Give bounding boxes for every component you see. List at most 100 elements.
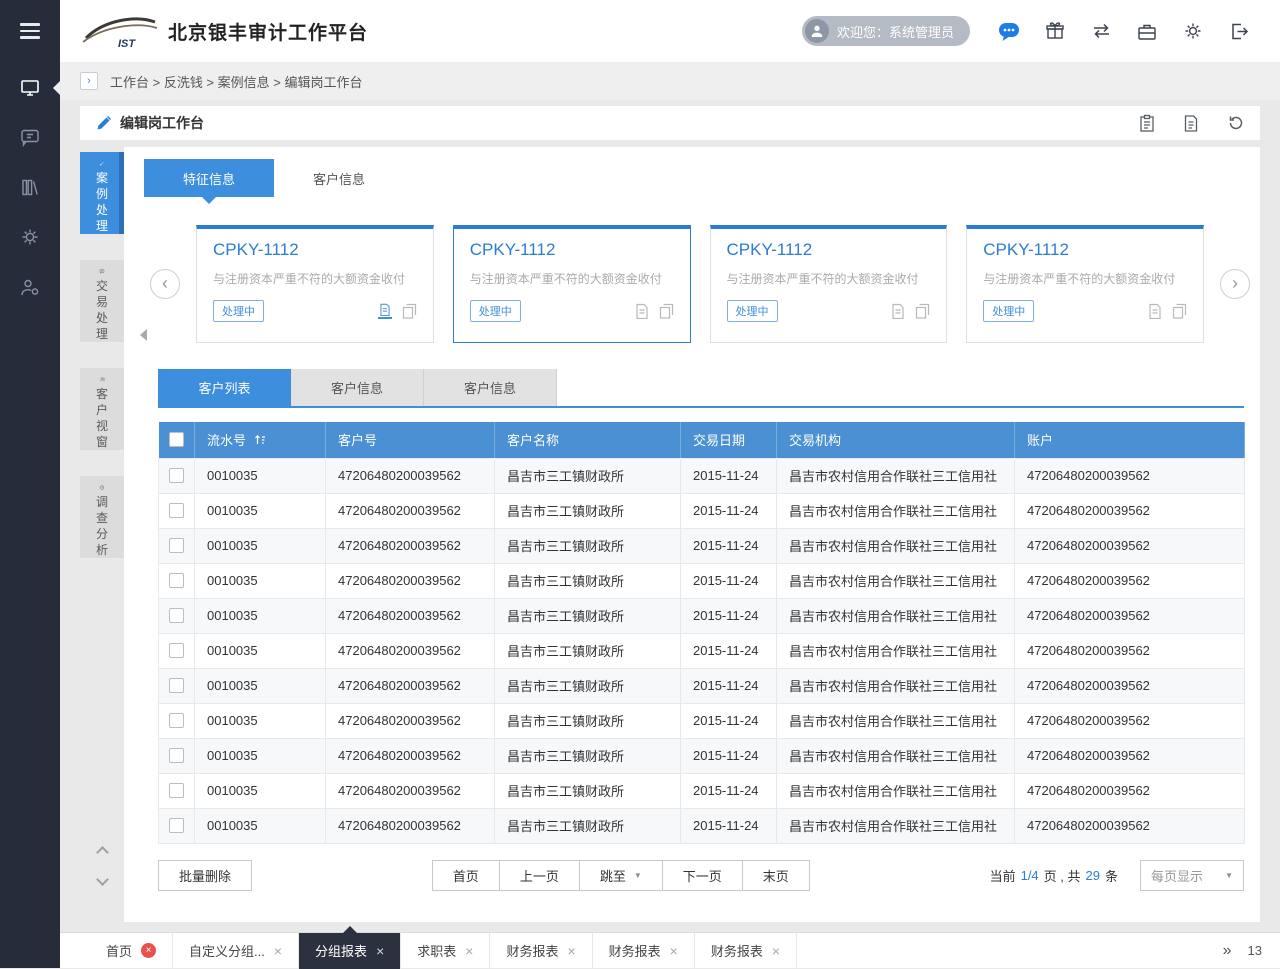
cell-account: 47206480200039562 <box>1015 563 1245 598</box>
subnav-item-transaction-processing[interactable]: 交易处理 <box>80 260 124 342</box>
batch-delete-button[interactable]: 批量删除 <box>158 860 252 891</box>
row-checkbox[interactable] <box>169 818 184 833</box>
briefcase-icon[interactable] <box>1124 11 1170 51</box>
row-checkbox[interactable] <box>169 468 184 483</box>
column-trade-date: 交易日期 <box>681 422 777 458</box>
document-copy-icon[interactable] <box>402 303 417 319</box>
tab-customer-info-1[interactable]: 客户信息 <box>291 369 424 406</box>
bottom-tab-label: 求职表 <box>417 941 456 960</box>
document-copy-icon[interactable] <box>1172 303 1187 319</box>
close-icon[interactable]: × <box>772 943 780 959</box>
menu-icon[interactable] <box>0 0 60 62</box>
per-page-select[interactable]: 每页显示 ▼ <box>1140 860 1244 891</box>
row-checkbox[interactable] <box>169 713 184 728</box>
document-copy-icon[interactable] <box>915 303 930 319</box>
close-icon[interactable]: × <box>567 943 575 959</box>
document-remove-icon[interactable] <box>635 303 649 319</box>
logout-icon[interactable] <box>1216 11 1262 51</box>
gear-icon[interactable] <box>1170 11 1216 51</box>
row-checkbox[interactable] <box>169 783 184 798</box>
document-remove-icon[interactable] <box>1148 303 1162 319</box>
case-card[interactable]: CPKY-1112 与注册资本严重不符的大额资金收付 处理中 <box>710 225 948 343</box>
first-page-button[interactable]: 首页 <box>432 860 500 891</box>
panel-collapse-icon[interactable] <box>140 329 147 341</box>
bottom-tabs: 首页 × 自定义分组... × 分组报表 × 求职表 × 财务报表 × <box>90 933 797 969</box>
document-remove-icon[interactable] <box>378 303 392 319</box>
close-icon[interactable]: × <box>465 943 473 959</box>
subnav-item-investigation-analysis[interactable]: 调查分析 <box>80 476 124 558</box>
last-page-button[interactable]: 末页 <box>742 860 810 891</box>
tab-customer-info-2[interactable]: 客户信息 <box>424 369 557 406</box>
row-checkbox[interactable] <box>169 678 184 693</box>
cell-customer-name: 昌吉市三工镇财政所 <box>495 633 681 668</box>
subnav-label: 调查分析 <box>95 494 109 558</box>
cell-customer-name: 昌吉市三工镇财政所 <box>495 458 681 493</box>
close-icon[interactable]: × <box>141 943 156 958</box>
cell-trade-date: 2015-11-24 <box>681 493 777 528</box>
close-icon[interactable]: × <box>274 943 282 959</box>
cell-trade-date: 2015-11-24 <box>681 668 777 703</box>
feature-tabs: 特征信息 客户信息 <box>124 147 1260 197</box>
case-card[interactable]: CPKY-1112 与注册资本严重不符的大额资金收付 处理中 <box>966 225 1204 343</box>
sort-icon[interactable] <box>254 434 266 446</box>
carousel-next-button[interactable]: › <box>1220 269 1250 299</box>
sidebar-item-finance-message[interactable] <box>0 112 60 162</box>
sidebar-item-workbench[interactable] <box>0 62 60 112</box>
row-checkbox[interactable] <box>169 643 184 658</box>
user-settings-icon <box>20 278 40 297</box>
row-checkbox[interactable] <box>169 503 184 518</box>
case-card[interactable]: CPKY-1112 与注册资本严重不符的大额资金收付 处理中 <box>453 225 691 343</box>
jump-to-select[interactable]: 跳至 ▼ <box>579 860 663 891</box>
sidebar-item-user-admin[interactable] <box>0 262 60 312</box>
draft-doc-icon[interactable] <box>1138 114 1156 133</box>
close-icon[interactable]: × <box>670 943 678 959</box>
report-doc-icon[interactable] <box>1182 114 1200 133</box>
row-checkbox[interactable] <box>169 748 184 763</box>
bottom-tab[interactable]: 财务报表 × <box>490 933 592 969</box>
bottom-tab[interactable]: 财务报表 × <box>695 933 797 969</box>
bottom-tab[interactable]: 自定义分组... × <box>173 933 299 969</box>
breadcrumb-chevron-icon[interactable]: › <box>80 72 98 90</box>
scroll-up-icon[interactable] <box>96 846 109 859</box>
list-tabs: 客户列表 客户信息 客户信息 <box>158 369 1260 406</box>
undo-icon[interactable] <box>1226 114 1244 132</box>
library-icon <box>20 178 40 197</box>
case-card[interactable]: CPKY-1112 与注册资本严重不符的大额资金收付 处理中 <box>196 225 434 343</box>
status-badge: 处理中 <box>470 300 521 322</box>
cell-customer-no: 47206480200039562 <box>326 808 495 843</box>
sidebar-item-library[interactable] <box>0 162 60 212</box>
row-checkbox[interactable] <box>169 538 184 553</box>
user-welcome-badge[interactable]: 欢迎您：系统管理员 <box>802 16 970 46</box>
next-page-button[interactable]: 下一页 <box>662 860 743 891</box>
row-checkbox[interactable] <box>169 608 184 623</box>
bottom-tab[interactable]: 财务报表 × <box>593 933 695 969</box>
select-all-checkbox[interactable] <box>169 432 184 447</box>
cell-serial: 0010035 <box>195 493 326 528</box>
cell-trade-org: 昌吉市农村信用合作联社三工信用社 <box>777 493 1015 528</box>
prev-page-button[interactable]: 上一页 <box>499 860 580 891</box>
subnav-label: 案例处理 <box>95 170 109 234</box>
bottom-tab[interactable]: 首页 × <box>90 933 173 969</box>
cell-serial: 0010035 <box>195 458 326 493</box>
tab-customer-list[interactable]: 客户列表 <box>158 369 291 406</box>
close-icon[interactable]: × <box>376 943 384 959</box>
transfer-icon[interactable] <box>1078 11 1124 51</box>
document-copy-icon[interactable] <box>659 303 674 319</box>
tab-customer-info[interactable]: 客户信息 <box>274 159 404 197</box>
gift-icon[interactable] <box>1032 11 1078 51</box>
sidebar-item-settings[interactable] <box>0 212 60 262</box>
more-tabs-icon[interactable]: » <box>1223 942 1232 960</box>
scroll-down-icon[interactable] <box>96 873 109 886</box>
cell-customer-name: 昌吉市三工镇财政所 <box>495 598 681 633</box>
bottom-tab[interactable]: 求职表 × <box>401 933 490 969</box>
carousel-prev-button[interactable]: ‹ <box>150 269 180 299</box>
subnav-item-case-processing[interactable]: 案例处理 <box>80 152 124 234</box>
cell-serial: 0010035 <box>195 668 326 703</box>
message-icon[interactable] <box>986 11 1032 51</box>
row-checkbox[interactable] <box>169 573 184 588</box>
subnav-item-customer-window[interactable]: 客户视窗 <box>80 368 124 450</box>
cell-serial: 0010035 <box>195 738 326 773</box>
document-remove-icon[interactable] <box>891 303 905 319</box>
bottom-tab[interactable]: 分组报表 × <box>299 933 401 969</box>
tab-feature-info[interactable]: 特征信息 <box>144 159 274 197</box>
